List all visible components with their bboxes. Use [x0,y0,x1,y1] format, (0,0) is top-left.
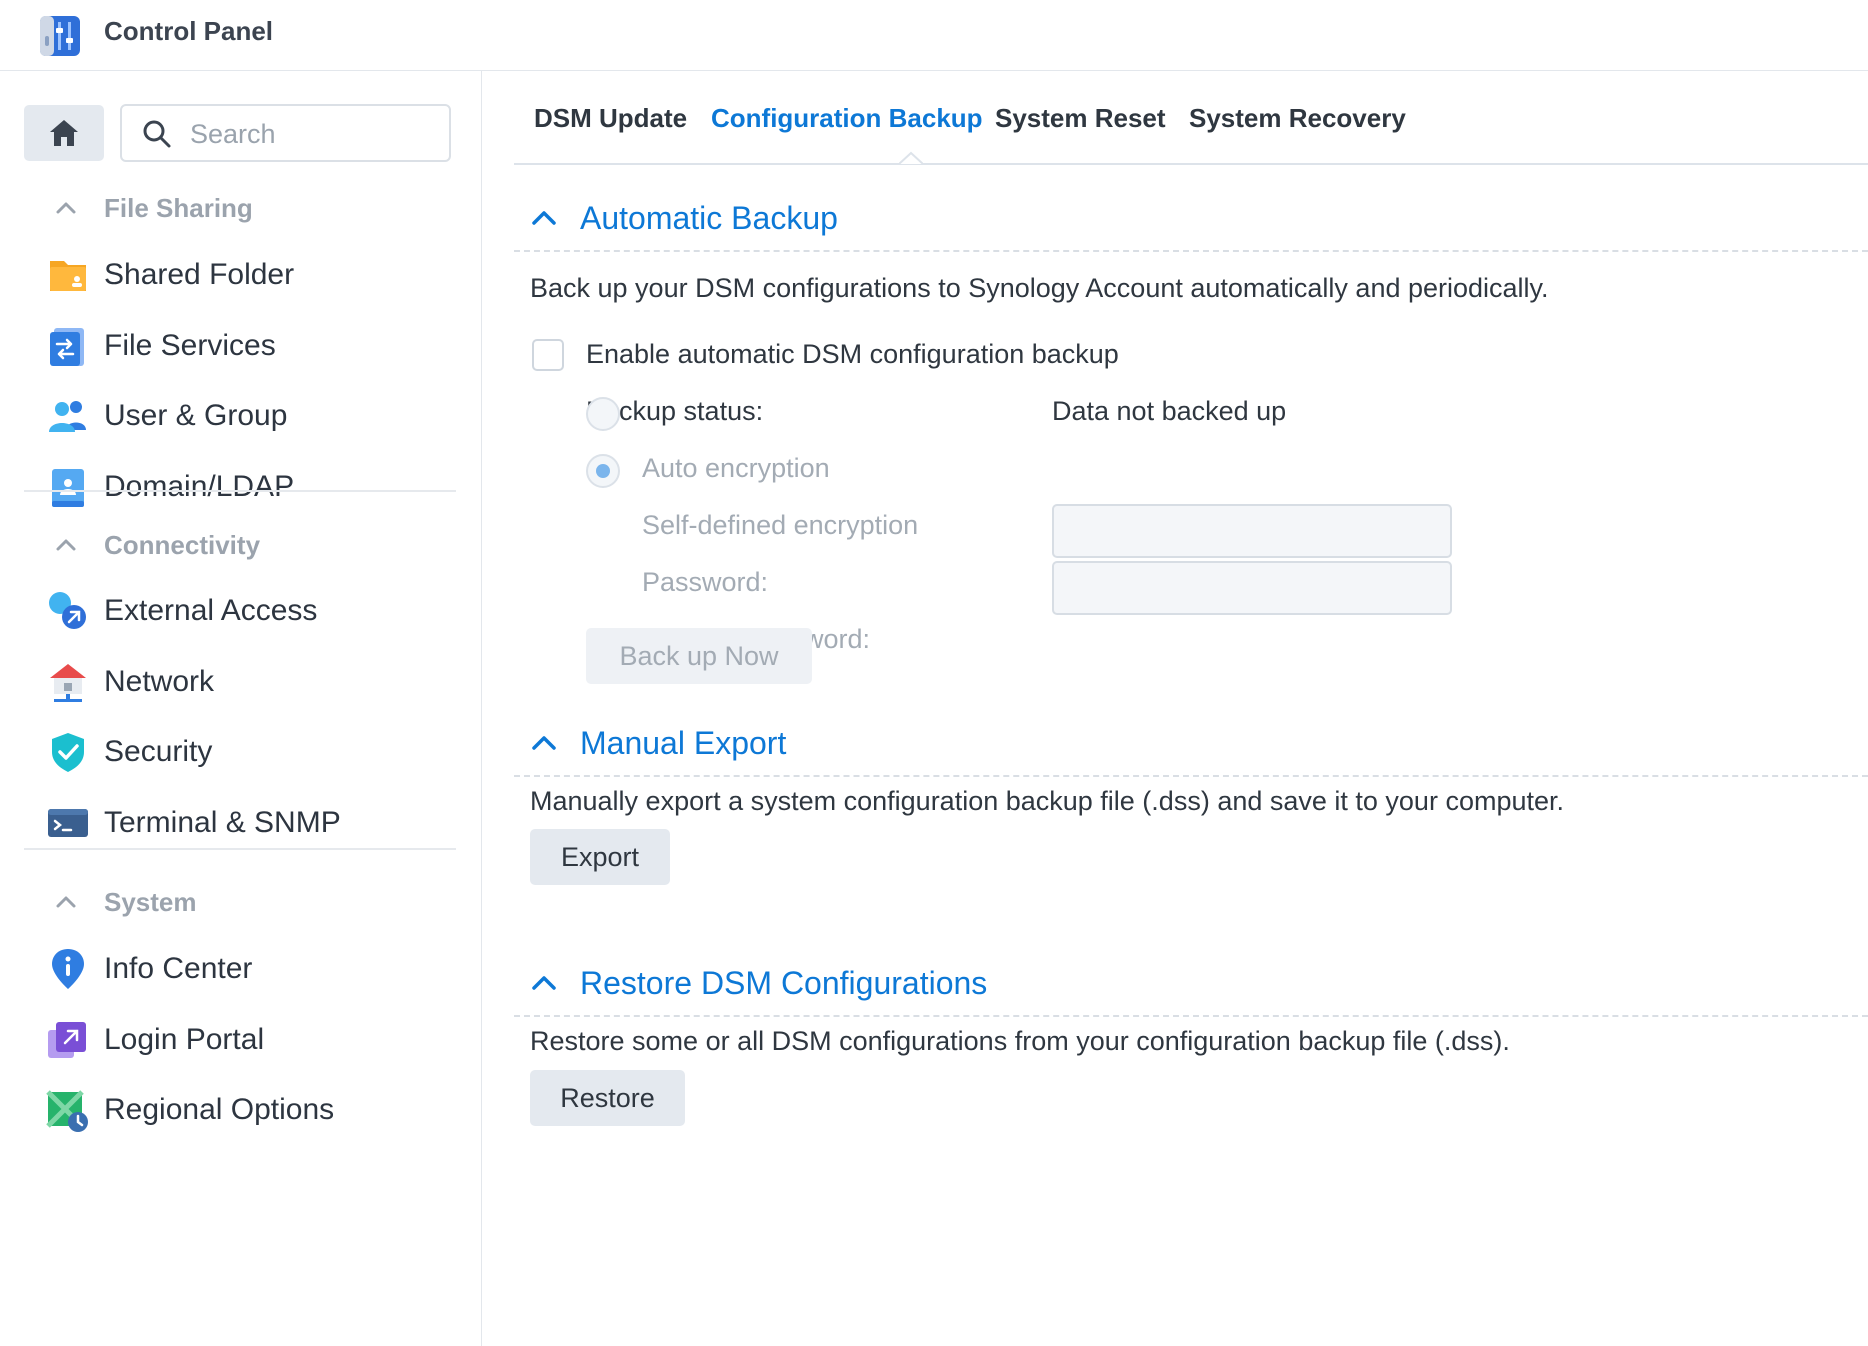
login-portal-icon [48,1022,86,1058]
group-header-connectivity[interactable]: Connectivity [54,525,260,565]
sidebar-item-security[interactable]: Security [44,721,454,783]
automatic-backup-description: Back up your DSM configurations to Synol… [530,273,1549,303]
sidebar-item-terminal-snmp[interactable]: Terminal & SNMP [44,792,454,854]
section-manual-export-header: Manual Export [514,711,1868,777]
sidebar-divider [24,848,456,850]
chevron-up-icon[interactable] [530,206,558,230]
sidebar-item-network[interactable]: Network [44,651,454,713]
section-automatic-backup-header: Automatic Backup [514,186,1868,252]
password-input[interactable] [1054,506,1450,556]
network-icon [50,664,86,702]
enable-auto-backup-label[interactable]: Enable automatic DSM configuration backu… [586,339,1119,370]
home-icon [50,120,78,146]
sidebar-item-label: Terminal & SNMP [104,806,341,839]
sidebar: File Sharing Shared Folder File Services… [0,71,482,1346]
self-defined-encryption-label[interactable]: Self-defined encryption [642,510,918,541]
section-title: Restore DSM Configurations [580,965,988,1001]
group-header-file-sharing[interactable]: File Sharing [54,188,253,228]
sidebar-item-file-services[interactable]: File Services [44,315,454,377]
password-field[interactable] [1052,504,1452,558]
sidebar-item-login-portal[interactable]: Login Portal [44,1009,454,1071]
domain-ldap-icon [52,469,84,507]
confirm-password-input[interactable] [1054,563,1450,613]
backup-status-value: Data not backed up [1052,396,1287,426]
search-box[interactable] [120,104,451,162]
restore-button[interactable]: Restore [530,1070,685,1126]
sidebar-item-label: External Access [104,594,318,627]
sidebar-item-label: Login Portal [104,1023,265,1056]
sidebar-item-user-group[interactable]: User & Group [44,385,454,447]
sidebar-item-label: Info Center [104,952,253,985]
user-group-icon [49,401,86,432]
self-defined-encryption-radio[interactable] [586,454,620,488]
chevron-up-icon [56,202,76,214]
terminal-icon [48,809,88,837]
group-header-system[interactable]: System [54,882,197,922]
security-shield-icon [52,733,84,772]
sidebar-item-domain-ldap[interactable]: Domain/LDAP [44,456,454,518]
section-restore-header: Restore DSM Configurations [514,951,1868,1017]
sidebar-item-regional-options[interactable]: Regional Options [44,1079,454,1141]
sidebar-item-shared-folder[interactable]: Shared Folder [44,244,454,306]
sidebar-item-info-center[interactable]: Info Center [44,938,454,1000]
sidebar-item-label: Regional Options [104,1093,335,1126]
group-label: Connectivity [104,529,261,560]
sidebar-item-label: Domain/LDAP [104,470,295,503]
group-label: File Sharing [104,192,253,223]
home-button[interactable] [24,105,104,161]
group-label: System [104,886,197,917]
control-panel-icon [40,16,80,56]
auto-encryption-label[interactable]: Auto encryption [642,453,830,484]
info-center-icon [52,949,84,989]
tab-bar: DSM Update Configuration Backup System R… [514,71,1868,165]
sidebar-item-label: Network [104,665,215,698]
chevron-up-icon [56,539,76,551]
file-services-icon [50,328,84,366]
section-title: Manual Export [580,725,787,761]
sidebar-item-label: User & Group [104,399,288,432]
sidebar-item-label: File Services [104,329,276,362]
chevron-up-icon[interactable] [530,971,558,995]
app-title: Control Panel [104,16,274,46]
chevron-up-icon[interactable] [530,731,558,755]
tab-configuration-backup[interactable]: Configuration Backup [711,103,983,134]
main-content: DSM Update Configuration Backup System R… [482,71,1868,1346]
chevron-up-icon [56,896,76,908]
tab-dsm-update[interactable]: DSM Update [534,103,687,134]
radio-selected-dot [596,464,610,478]
sidebar-item-external-access[interactable]: External Access [44,580,454,642]
regional-options-icon [46,1090,88,1132]
manual-export-description: Manually export a system configuration b… [530,786,1565,816]
sidebar-divider [24,490,456,492]
section-title: Automatic Backup [580,200,838,236]
shared-folder-icon [50,261,86,291]
sidebar-item-label: Security [104,735,213,768]
search-icon [143,120,171,148]
restore-description: Restore some or all DSM configurations f… [530,1026,1510,1056]
enable-auto-backup-checkbox[interactable] [532,339,564,371]
sidebar-item-label: Shared Folder [104,258,295,291]
title-bar: Control Panel [0,0,1868,71]
external-access-icon [49,592,86,629]
confirm-password-field[interactable] [1052,561,1452,615]
tab-system-recovery[interactable]: System Recovery [1189,103,1406,134]
export-button[interactable]: Export [530,829,670,885]
tab-system-reset[interactable]: System Reset [995,103,1166,134]
active-tab-indicator [899,151,923,165]
back-up-now-button[interactable]: Back up Now [586,628,812,684]
search-input[interactable] [188,106,442,162]
password-label: Password: [642,567,769,597]
auto-encryption-radio[interactable] [586,397,620,431]
